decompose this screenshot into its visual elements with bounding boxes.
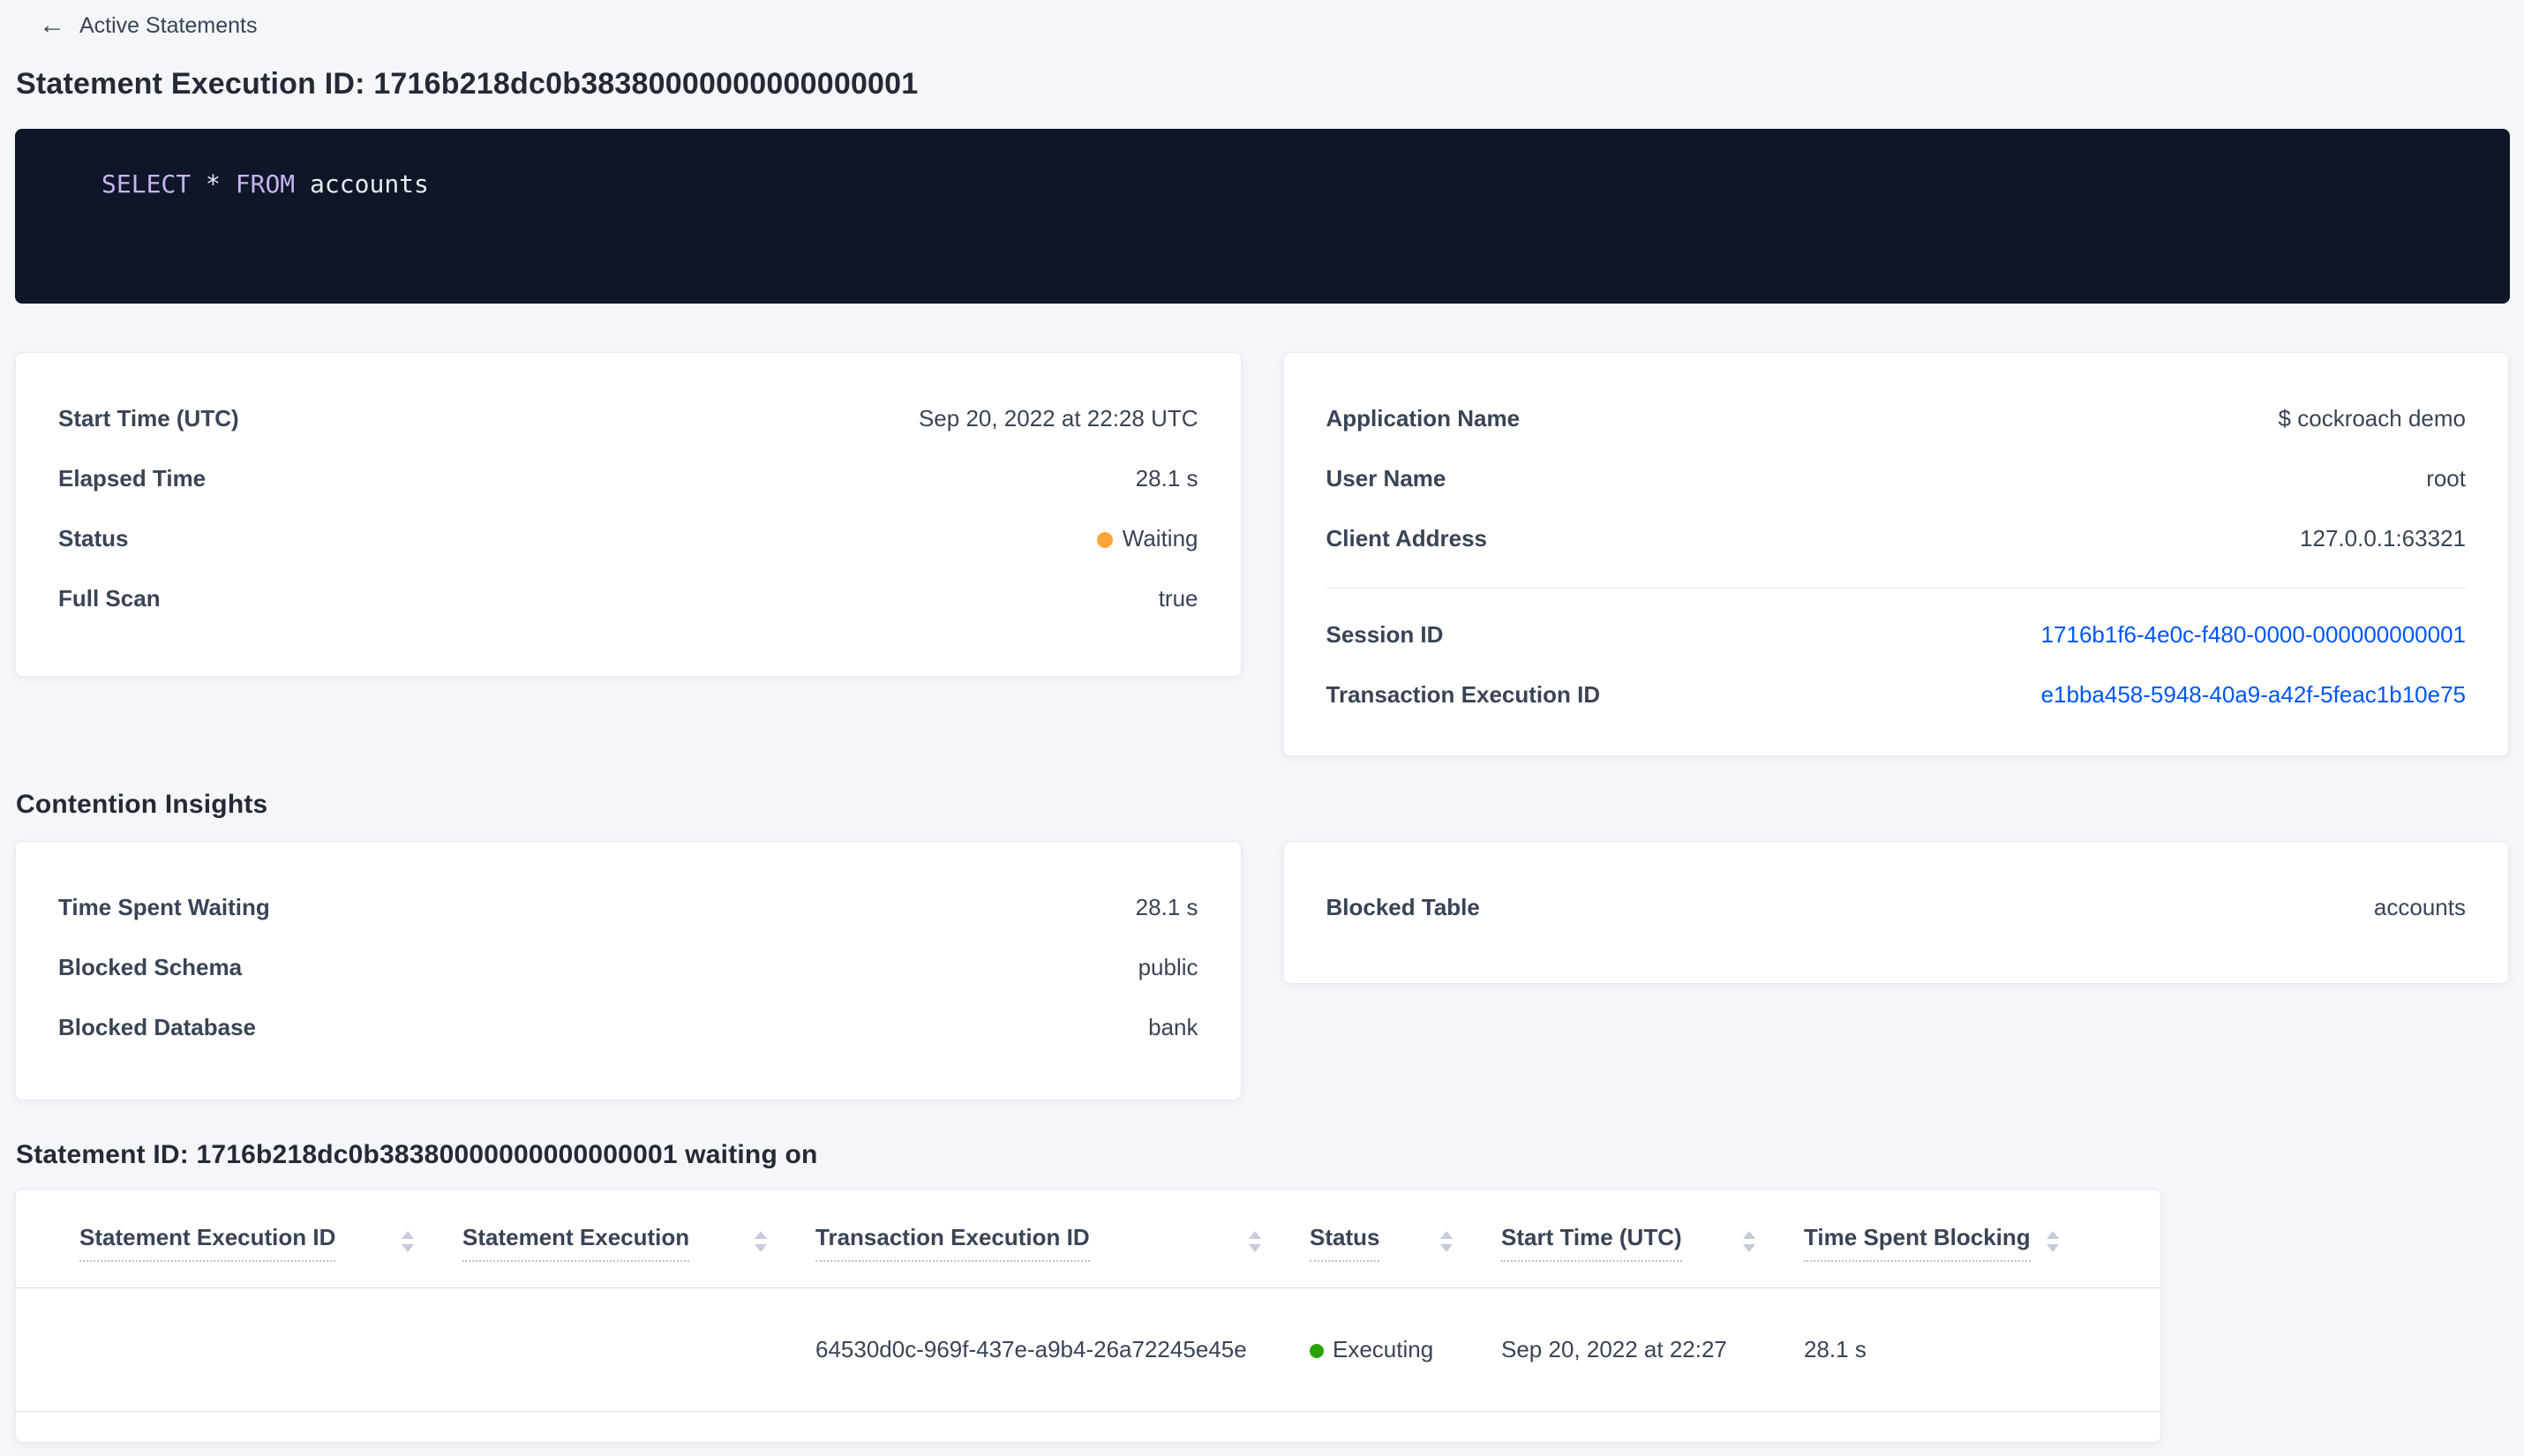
status-value-text: Waiting xyxy=(1122,524,1198,552)
status-label: Status xyxy=(58,524,129,552)
back-to-active-statements-link[interactable]: ← Active Statements xyxy=(39,11,2509,41)
start-time-label: Start Time (UTC) xyxy=(58,404,239,432)
active-statement-details-page: ← Active Statements Statement Execution … xyxy=(0,0,2524,1443)
sort-icon[interactable] xyxy=(1743,1230,1755,1252)
column-header-label: Start Time (UTC) xyxy=(1501,1224,1682,1262)
column-header-label: Statement Execution xyxy=(462,1224,690,1262)
cell-start-time: Sep 20, 2022 at 22:27 xyxy=(1501,1336,1727,1362)
column-header-statement-execution-id[interactable]: Statement Execution ID xyxy=(79,1215,462,1262)
time-spent-waiting-value: 28.1 s xyxy=(1135,893,1198,920)
kv-row-client-address: Client Address 127.0.0.1:63321 xyxy=(1326,508,2467,568)
transaction-execution-id-link[interactable]: e1bba458-5948-40a9-a42f-5feac1b10e75 xyxy=(2041,681,2466,709)
kv-row-start-time: Start Time (UTC) Sep 20, 2022 at 22:28 U… xyxy=(58,388,1198,448)
blocked-schema-label: Blocked Schema xyxy=(58,953,243,980)
time-spent-waiting-label: Time Spent Waiting xyxy=(58,893,270,920)
session-id-link[interactable]: 1716b1f6-4e0c-f480-0000-000000000001 xyxy=(2041,621,2466,649)
cell-status-text: Executing xyxy=(1333,1336,1434,1362)
kv-row-transaction-execution-id: Transaction Execution ID e1bba458-5948-4… xyxy=(1326,664,2467,724)
waiting-on-heading: Statement ID: 1716b218dc0b38380000000000… xyxy=(16,1140,818,1169)
cell-status: Executing xyxy=(1310,1336,1501,1363)
kv-row-session-id: Session ID 1716b1f6-4e0c-f480-0000-00000… xyxy=(1326,604,2467,664)
full-scan-label: Full Scan xyxy=(58,584,161,612)
sort-icon[interactable] xyxy=(402,1230,414,1252)
application-name-value: $ cockroach demo xyxy=(2278,404,2466,432)
column-header-label: Time Spent Blocking xyxy=(1804,1224,2031,1262)
column-header-status[interactable]: Status xyxy=(1310,1215,1501,1262)
sort-icon[interactable] xyxy=(2047,1230,2059,1252)
column-header-time-spent-blocking[interactable]: Time Spent Blocking xyxy=(1804,1215,2107,1262)
kv-row-status: Status Waiting xyxy=(58,508,1198,568)
client-address-value: 127.0.0.1:63321 xyxy=(2300,524,2466,552)
blocked-table-card: Blocked Table accounts xyxy=(1282,841,2509,984)
execution-overview-card: Start Time (UTC) Sep 20, 2022 at 22:28 U… xyxy=(15,352,1242,677)
blocked-table-label: Blocked Table xyxy=(1326,893,1480,920)
status-value: Waiting xyxy=(1096,524,1198,552)
start-time-value: Sep 20, 2022 at 22:28 UTC xyxy=(918,404,1198,432)
session-id-label: Session ID xyxy=(1326,620,1444,648)
elapsed-time-label: Elapsed Time xyxy=(58,464,207,492)
column-header-statement-execution[interactable]: Statement Execution xyxy=(462,1215,815,1262)
kv-row-blocked-schema: Blocked Schema public xyxy=(58,937,1198,997)
kv-row-full-scan: Full Scan true xyxy=(58,568,1198,628)
application-name-label: Application Name xyxy=(1326,404,1521,432)
blocked-database-label: Blocked Database xyxy=(58,1013,256,1040)
full-scan-value: true xyxy=(1158,584,1198,612)
user-name-value: root xyxy=(2426,464,2466,492)
kv-row-time-spent-waiting: Time Spent Waiting 28.1 s xyxy=(58,877,1198,937)
sort-icon[interactable] xyxy=(755,1230,767,1252)
page-title: Statement Execution ID: 1716b218dc0b3838… xyxy=(16,67,919,101)
executing-status-dot-icon xyxy=(1310,1344,1324,1358)
kv-row-elapsed-time: Elapsed Time 28.1 s xyxy=(58,448,1198,508)
blocked-database-value: bank xyxy=(1148,1013,1198,1040)
client-address-label: Client Address xyxy=(1326,524,1488,552)
cell-transaction-execution-id: 64530d0c-969f-437e-a9b4-26a72245e45e xyxy=(815,1336,1247,1362)
contention-details-card: Time Spent Waiting 28.1 s Blocked Schema… xyxy=(15,841,1242,1100)
sql-keyword-from: FROM xyxy=(235,169,296,199)
table-row: 64530d0c-969f-437e-a9b4-26a72245e45e Exe… xyxy=(16,1288,2160,1412)
waiting-on-table-header: Statement Execution ID Statement Executi… xyxy=(16,1190,2160,1288)
breadcrumb-label: Active Statements xyxy=(79,12,258,38)
waiting-status-dot-icon xyxy=(1096,531,1113,548)
sql-keyword-select: SELECT xyxy=(101,169,192,199)
card-divider xyxy=(1326,588,2466,589)
sql-star: * xyxy=(206,169,221,199)
kv-row-blocked-table: Blocked Table accounts xyxy=(1326,877,2467,937)
sql-table-name: accounts xyxy=(310,169,429,199)
session-overview-card: Application Name $ cockroach demo User N… xyxy=(1282,352,2509,756)
column-header-label: Statement Execution ID xyxy=(79,1224,336,1262)
back-arrow-icon: ← xyxy=(39,11,65,40)
kv-row-blocked-database: Blocked Database bank xyxy=(58,997,1198,1057)
cell-time-spent-blocking: 28.1 s xyxy=(1804,1336,1867,1362)
blocked-schema-value: public xyxy=(1138,953,1198,980)
sort-icon[interactable] xyxy=(1440,1230,1453,1252)
kv-row-application-name: Application Name $ cockroach demo xyxy=(1326,388,2467,448)
sort-icon[interactable] xyxy=(1249,1230,1261,1252)
sql-statement-box: SELECT * FROM accounts xyxy=(15,129,2510,304)
transaction-execution-id-label: Transaction Execution ID xyxy=(1326,680,1601,708)
blocked-table-value: accounts xyxy=(2373,893,2466,920)
kv-row-user-name: User Name root xyxy=(1326,448,2467,508)
column-header-label: Transaction Execution ID xyxy=(815,1224,1090,1262)
elapsed-time-value: 28.1 s xyxy=(1135,464,1198,492)
user-name-label: User Name xyxy=(1326,464,1446,492)
contention-insights-heading: Contention Insights xyxy=(16,790,268,819)
overview-cards-row: Start Time (UTC) Sep 20, 2022 at 22:28 U… xyxy=(15,352,2509,756)
column-header-label: Status xyxy=(1310,1224,1380,1262)
column-header-start-time[interactable]: Start Time (UTC) xyxy=(1501,1215,1804,1262)
contention-cards-row: Time Spent Waiting 28.1 s Blocked Schema… xyxy=(15,841,2509,1100)
column-header-transaction-execution-id[interactable]: Transaction Execution ID xyxy=(815,1215,1310,1262)
waiting-on-table: Statement Execution ID Statement Executi… xyxy=(15,1189,2161,1443)
